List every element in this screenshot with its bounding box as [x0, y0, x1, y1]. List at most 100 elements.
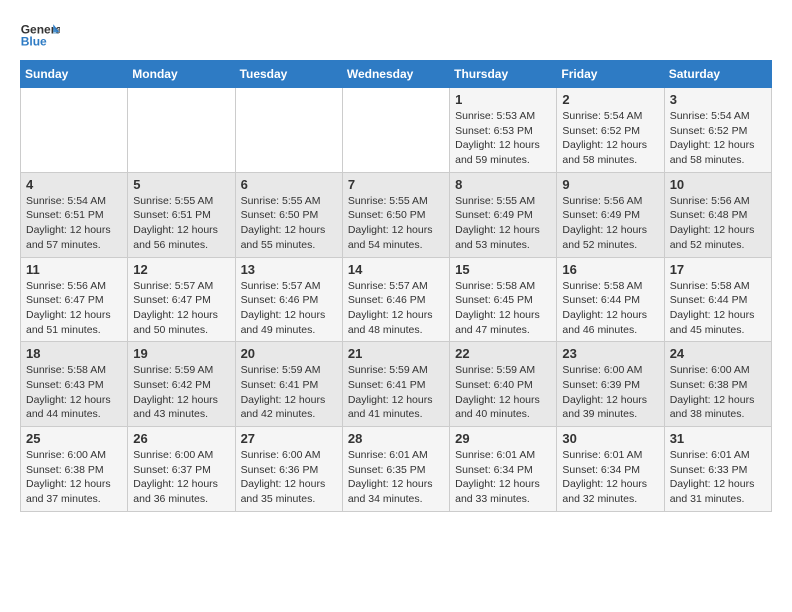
day-info: Sunrise: 5:58 AMSunset: 6:44 PMDaylight:…: [670, 279, 766, 338]
weekday-header: Saturday: [664, 61, 771, 88]
day-number: 20: [241, 346, 337, 361]
day-info: Sunrise: 5:56 AMSunset: 6:49 PMDaylight:…: [562, 194, 658, 253]
day-number: 22: [455, 346, 551, 361]
day-info: Sunrise: 5:55 AMSunset: 6:51 PMDaylight:…: [133, 194, 229, 253]
calendar-body: 1 Sunrise: 5:53 AMSunset: 6:53 PMDaylight…: [21, 88, 772, 512]
day-info: Sunrise: 5:59 AMSunset: 6:40 PMDaylight:…: [455, 363, 551, 422]
day-info: Sunrise: 5:58 AMSunset: 6:44 PMDaylight:…: [562, 279, 658, 338]
day-number: 24: [670, 346, 766, 361]
calendar-cell: 23 Sunrise: 6:00 AMSunset: 6:39 PMDayligh…: [557, 342, 664, 427]
day-info: Sunrise: 5:55 AMSunset: 6:49 PMDaylight:…: [455, 194, 551, 253]
calendar-cell: 7 Sunrise: 5:55 AMSunset: 6:50 PMDaylight…: [342, 172, 449, 257]
page-header: General Blue: [20, 20, 772, 50]
calendar-cell: 28 Sunrise: 6:01 AMSunset: 6:35 PMDayligh…: [342, 427, 449, 512]
day-number: 9: [562, 177, 658, 192]
calendar-table: SundayMondayTuesdayWednesdayThursdayFrid…: [20, 60, 772, 512]
day-number: 8: [455, 177, 551, 192]
day-number: 17: [670, 262, 766, 277]
day-number: 31: [670, 431, 766, 446]
calendar-cell: 30 Sunrise: 6:01 AMSunset: 6:34 PMDayligh…: [557, 427, 664, 512]
weekday-header: Friday: [557, 61, 664, 88]
day-number: 10: [670, 177, 766, 192]
weekday-header: Monday: [128, 61, 235, 88]
day-number: 28: [348, 431, 444, 446]
logo: General Blue: [20, 20, 60, 50]
calendar-cell: 9 Sunrise: 5:56 AMSunset: 6:49 PMDaylight…: [557, 172, 664, 257]
calendar-header: SundayMondayTuesdayWednesdayThursdayFrid…: [21, 61, 772, 88]
logo-icon: General Blue: [20, 20, 60, 50]
calendar-cell: 13 Sunrise: 5:57 AMSunset: 6:46 PMDayligh…: [235, 257, 342, 342]
weekday-header: Tuesday: [235, 61, 342, 88]
day-info: Sunrise: 5:59 AMSunset: 6:41 PMDaylight:…: [241, 363, 337, 422]
week-row: 11Sunrise: 5:56 AMSunset: 6:47 PMDayligh…: [21, 257, 772, 342]
day-number: 4: [26, 177, 122, 192]
calendar-cell: 22 Sunrise: 5:59 AMSunset: 6:40 PMDayligh…: [450, 342, 557, 427]
calendar-cell: 8 Sunrise: 5:55 AMSunset: 6:49 PMDaylight…: [450, 172, 557, 257]
day-number: 23: [562, 346, 658, 361]
day-number: 7: [348, 177, 444, 192]
calendar-cell: [128, 88, 235, 173]
calendar-cell: 19 Sunrise: 5:59 AMSunset: 6:42 PMDayligh…: [128, 342, 235, 427]
day-info: Sunrise: 5:56 AMSunset: 6:47 PMDaylight:…: [26, 279, 122, 338]
day-info: Sunrise: 6:00 AMSunset: 6:36 PMDaylight:…: [241, 448, 337, 507]
calendar-cell: 24 Sunrise: 6:00 AMSunset: 6:38 PMDayligh…: [664, 342, 771, 427]
day-info: Sunrise: 6:01 AMSunset: 6:35 PMDaylight:…: [348, 448, 444, 507]
week-row: 4 Sunrise: 5:54 AMSunset: 6:51 PMDaylight…: [21, 172, 772, 257]
day-info: Sunrise: 5:55 AMSunset: 6:50 PMDaylight:…: [241, 194, 337, 253]
calendar-cell: 25Sunrise: 6:00 AMSunset: 6:38 PMDayligh…: [21, 427, 128, 512]
day-info: Sunrise: 5:55 AMSunset: 6:50 PMDaylight:…: [348, 194, 444, 253]
day-info: Sunrise: 5:54 AMSunset: 6:51 PMDaylight:…: [26, 194, 122, 253]
day-info: Sunrise: 5:53 AMSunset: 6:53 PMDaylight:…: [455, 109, 551, 168]
calendar-cell: 10 Sunrise: 5:56 AMSunset: 6:48 PMDayligh…: [664, 172, 771, 257]
day-info: Sunrise: 6:00 AMSunset: 6:37 PMDaylight:…: [133, 448, 229, 507]
calendar-cell: 29 Sunrise: 6:01 AMSunset: 6:34 PMDayligh…: [450, 427, 557, 512]
day-number: 14: [348, 262, 444, 277]
day-number: 21: [348, 346, 444, 361]
day-info: Sunrise: 5:59 AMSunset: 6:42 PMDaylight:…: [133, 363, 229, 422]
weekday-row: SundayMondayTuesdayWednesdayThursdayFrid…: [21, 61, 772, 88]
day-info: Sunrise: 6:01 AMSunset: 6:33 PMDaylight:…: [670, 448, 766, 507]
day-info: Sunrise: 5:58 AMSunset: 6:43 PMDaylight:…: [26, 363, 122, 422]
day-info: Sunrise: 5:59 AMSunset: 6:41 PMDaylight:…: [348, 363, 444, 422]
calendar-cell: 5Sunrise: 5:55 AMSunset: 6:51 PMDaylight…: [128, 172, 235, 257]
calendar-cell: 16 Sunrise: 5:58 AMSunset: 6:44 PMDayligh…: [557, 257, 664, 342]
day-info: Sunrise: 6:00 AMSunset: 6:38 PMDaylight:…: [670, 363, 766, 422]
weekday-header: Thursday: [450, 61, 557, 88]
day-info: Sunrise: 5:57 AMSunset: 6:46 PMDaylight:…: [348, 279, 444, 338]
day-number: 27: [241, 431, 337, 446]
weekday-header: Sunday: [21, 61, 128, 88]
day-info: Sunrise: 5:56 AMSunset: 6:48 PMDaylight:…: [670, 194, 766, 253]
calendar-cell: 14 Sunrise: 5:57 AMSunset: 6:46 PMDayligh…: [342, 257, 449, 342]
day-number: 26: [133, 431, 229, 446]
day-number: 29: [455, 431, 551, 446]
calendar-cell: 11Sunrise: 5:56 AMSunset: 6:47 PMDayligh…: [21, 257, 128, 342]
day-number: 13: [241, 262, 337, 277]
calendar-cell: 26 Sunrise: 6:00 AMSunset: 6:37 PMDayligh…: [128, 427, 235, 512]
day-info: Sunrise: 6:00 AMSunset: 6:39 PMDaylight:…: [562, 363, 658, 422]
calendar-cell: 6Sunrise: 5:55 AMSunset: 6:50 PMDaylight…: [235, 172, 342, 257]
day-info: Sunrise: 5:54 AMSunset: 6:52 PMDaylight:…: [562, 109, 658, 168]
calendar-cell: 12 Sunrise: 5:57 AMSunset: 6:47 PMDayligh…: [128, 257, 235, 342]
svg-text:Blue: Blue: [21, 35, 47, 49]
day-info: Sunrise: 6:01 AMSunset: 6:34 PMDaylight:…: [455, 448, 551, 507]
day-info: Sunrise: 5:57 AMSunset: 6:46 PMDaylight:…: [241, 279, 337, 338]
calendar-cell: 15Sunrise: 5:58 AMSunset: 6:45 PMDayligh…: [450, 257, 557, 342]
day-number: 18: [26, 346, 122, 361]
weekday-header: Wednesday: [342, 61, 449, 88]
day-number: 3: [670, 92, 766, 107]
day-info: Sunrise: 5:57 AMSunset: 6:47 PMDaylight:…: [133, 279, 229, 338]
calendar-cell: 31 Sunrise: 6:01 AMSunset: 6:33 PMDayligh…: [664, 427, 771, 512]
day-info: Sunrise: 6:00 AMSunset: 6:38 PMDaylight:…: [26, 448, 122, 507]
calendar-cell: 1 Sunrise: 5:53 AMSunset: 6:53 PMDaylight…: [450, 88, 557, 173]
calendar-cell: 3 Sunrise: 5:54 AMSunset: 6:52 PMDaylight…: [664, 88, 771, 173]
calendar-cell: 2 Sunrise: 5:54 AMSunset: 6:52 PMDaylight…: [557, 88, 664, 173]
day-number: 19: [133, 346, 229, 361]
day-info: Sunrise: 5:54 AMSunset: 6:52 PMDaylight:…: [670, 109, 766, 168]
calendar-cell: 27 Sunrise: 6:00 AMSunset: 6:36 PMDayligh…: [235, 427, 342, 512]
day-number: 30: [562, 431, 658, 446]
day-number: 16: [562, 262, 658, 277]
day-number: 12: [133, 262, 229, 277]
day-info: Sunrise: 6:01 AMSunset: 6:34 PMDaylight:…: [562, 448, 658, 507]
day-number: 1: [455, 92, 551, 107]
day-number: 2: [562, 92, 658, 107]
